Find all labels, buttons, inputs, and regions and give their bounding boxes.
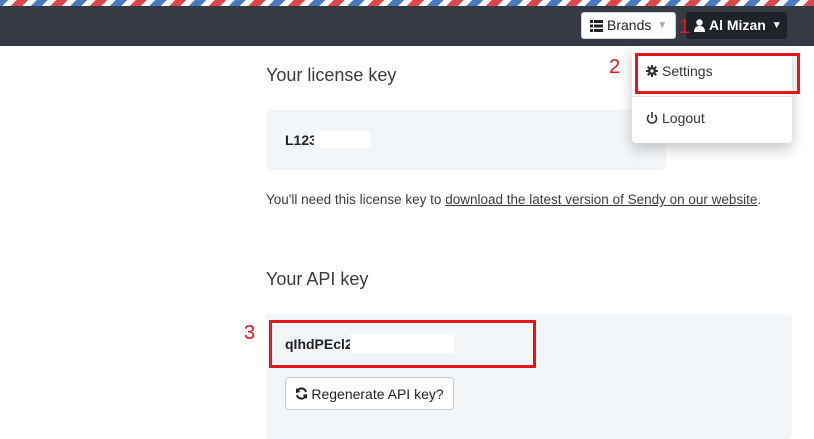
- download-link[interactable]: download the latest version of Sendy on …: [445, 192, 757, 207]
- redaction-mask: [314, 131, 370, 148]
- regenerate-api-key-button[interactable]: Regenerate API key?: [285, 377, 454, 410]
- license-key-panel: L123: [266, 110, 666, 170]
- highlight-box-settings: [635, 53, 800, 94]
- license-note: You'll need this license key to download…: [266, 192, 761, 207]
- annotation-1: 1: [679, 16, 691, 38]
- menu-item-logout[interactable]: Logout: [646, 110, 705, 126]
- user-icon: [694, 19, 705, 32]
- power-icon: [646, 112, 658, 124]
- caret-down-icon: ▼: [657, 20, 668, 31]
- refresh-icon: [295, 387, 308, 400]
- user-menu-button[interactable]: Al Mizan ▼: [686, 12, 787, 39]
- caret-down-icon: ▼: [771, 20, 782, 31]
- license-key-value: L123: [285, 132, 317, 148]
- brands-label: Brands: [607, 17, 652, 33]
- logout-label: Logout: [662, 110, 705, 126]
- highlight-box-api-key: [269, 320, 536, 368]
- annotation-3: 3: [244, 322, 256, 344]
- license-note-prefix: You'll need this license key to: [266, 192, 446, 207]
- regenerate-label: Regenerate API key?: [311, 385, 444, 402]
- top-navbar: Brands ▼ Al Mizan ▼: [0, 6, 814, 46]
- menu-divider: [632, 96, 792, 97]
- list-icon: [590, 19, 603, 32]
- brands-dropdown-button[interactable]: Brands ▼: [581, 12, 676, 39]
- license-key-title: Your license key: [266, 65, 397, 85]
- annotation-2: 2: [609, 56, 621, 78]
- user-name: Al Mizan: [709, 17, 766, 33]
- license-note-suffix: .: [757, 192, 762, 207]
- api-key-title: Your API key: [266, 269, 369, 289]
